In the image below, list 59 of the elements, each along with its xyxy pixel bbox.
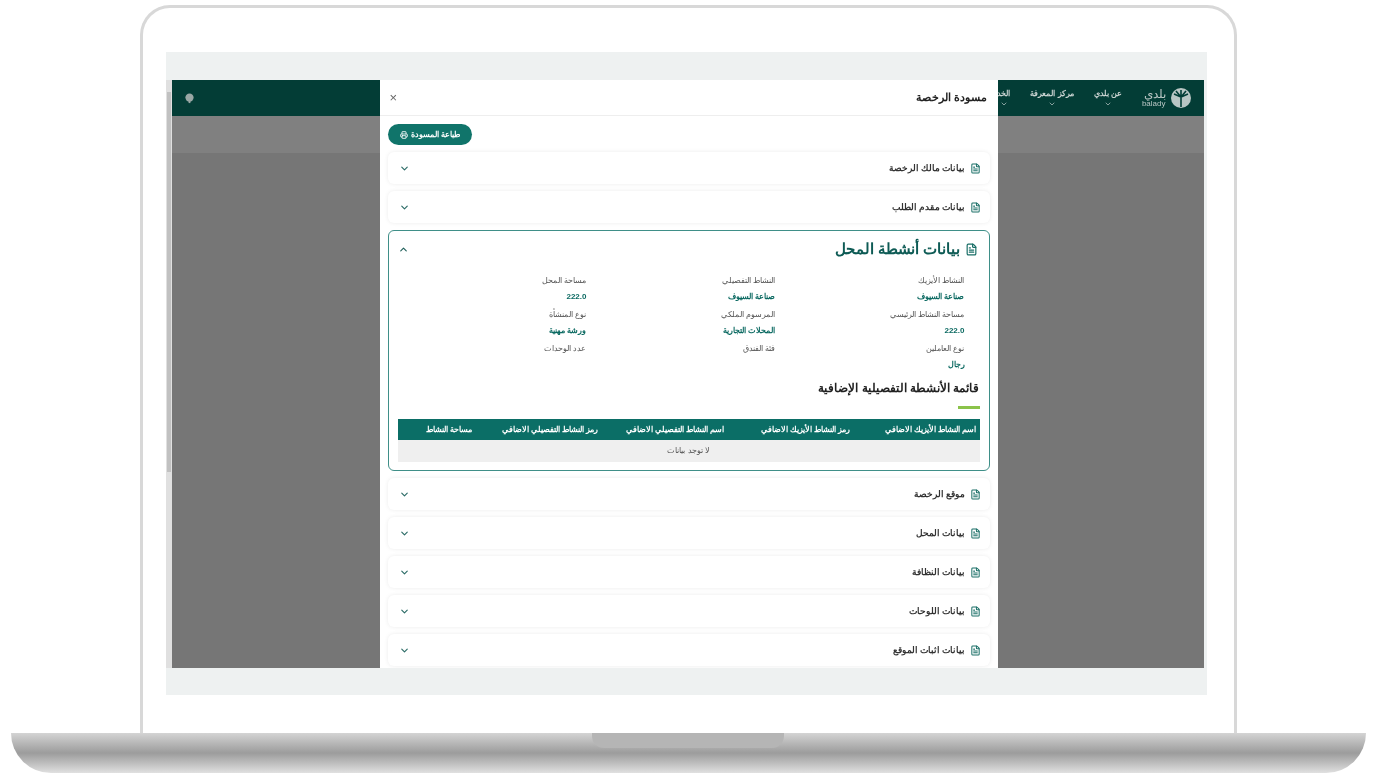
- table-empty-row: لا توجد بيانات: [397, 440, 980, 462]
- document-icon: [969, 488, 981, 500]
- field-value: المحلات التجارية: [723, 325, 776, 337]
- accordion-title: بيانات المحل: [916, 526, 966, 540]
- chevron-down-icon: [999, 100, 1008, 108]
- accordion-item[interactable]: بيانات المحل: [387, 517, 990, 549]
- palm-logo-icon: [1169, 87, 1192, 109]
- document-icon: [964, 242, 978, 256]
- title-underline: [957, 406, 980, 409]
- table-header-cell-text: رمز النشاط التفصيلي الاضافي: [500, 423, 600, 436]
- accordion-item[interactable]: بيانات مقدم الطلب: [387, 191, 990, 223]
- accordion-title: موقع الرخصة: [914, 487, 966, 501]
- document-icon: [969, 162, 981, 174]
- chevron-down-icon: [1048, 100, 1057, 108]
- field-value: صناعة السيوف: [917, 291, 965, 303]
- field-value: ورشة مهنية: [549, 325, 587, 337]
- table-header-cell-text: رمز النشاط الأيزيك الاضافي: [759, 423, 852, 436]
- accordion-item[interactable]: بيانات النظافة: [387, 556, 990, 588]
- document-icon: [969, 201, 981, 213]
- field-label: مساحة النشاط الرئيسي: [890, 309, 965, 321]
- nav-item[interactable]: مركز المعرفة: [1030, 88, 1074, 108]
- field-label: فئة الفندق: [743, 343, 776, 355]
- field-label: النشاط التفصيلي: [722, 275, 776, 287]
- accordion-title: بيانات اللوحات: [909, 604, 966, 618]
- nav-item[interactable]: الخد: [997, 88, 1011, 108]
- accordion-item[interactable]: بيانات اثبات الموقع: [387, 634, 990, 666]
- field-label: مساحة المحل: [542, 275, 587, 287]
- accordion-item[interactable]: موقع الرخصة: [387, 478, 990, 510]
- accordion-header[interactable]: بيانات أنشطة المحل: [835, 237, 978, 261]
- accordion-item[interactable]: بيانات مالك الرخصة: [387, 152, 990, 184]
- accordion-title: بيانات مالك الرخصة: [888, 161, 966, 175]
- field-value: 222.0: [944, 325, 965, 337]
- accordion-title: بيانات النظافة: [912, 565, 966, 579]
- table-title: قائمة الأنشطة التفصيلية الإضافية: [817, 379, 980, 397]
- chevron-down-icon: [1103, 100, 1112, 108]
- accordion-item[interactable]: بيانات اللوحات: [387, 595, 990, 627]
- table-header-cell-text: اسم النشاط التفصيلي الاضافي: [624, 423, 726, 436]
- document-icon: [969, 527, 981, 539]
- document-icon: [969, 605, 981, 617]
- field-label: نوع العاملين: [926, 343, 965, 355]
- field-label: نوع المنشأة: [549, 309, 587, 321]
- logo-text: بلدي: [1143, 88, 1166, 100]
- field-label: عدد الوحدات: [544, 343, 587, 355]
- accordion-title: بيانات مقدم الطلب: [891, 200, 966, 214]
- field-value: رجال: [947, 359, 965, 371]
- logo-subtext: balady: [1141, 100, 1166, 108]
- printer-icon: [399, 130, 408, 139]
- table-header-cell-text: مساحة النشاط: [424, 423, 474, 436]
- field-label: المرسوم الملكي: [721, 309, 776, 321]
- nav-item[interactable]: عن بلدي: [1093, 88, 1122, 108]
- document-icon: [969, 644, 981, 656]
- accordion-title: بيانات اثبات الموقع: [892, 643, 966, 657]
- modal-title: مسودة الرخصة: [916, 90, 988, 106]
- field-value: صناعة السيوف: [728, 291, 776, 303]
- close-button[interactable]: ×: [389, 91, 398, 104]
- field-value: 222.0: [566, 291, 587, 303]
- document-icon: [969, 566, 981, 578]
- table-header-cell-text: اسم النشاط الأيزيك الاضافي: [883, 423, 978, 436]
- field-label: النشاط الأيزيك: [918, 275, 965, 287]
